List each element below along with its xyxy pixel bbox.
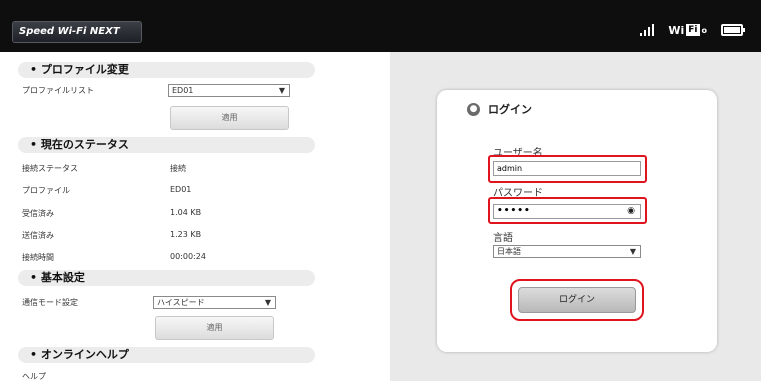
basic-apply-button[interactable]: 適用 xyxy=(155,316,274,340)
status-row-label: 接続ステータス xyxy=(22,164,78,173)
help-link[interactable]: ヘルプ xyxy=(22,371,46,381)
language-label: 言語 xyxy=(493,233,513,244)
comm-mode-select[interactable]: ハイスピード ▼ xyxy=(153,296,276,309)
profile-select[interactable]: ED01 ▼ xyxy=(168,84,290,97)
status-row-label: 受信済み xyxy=(22,209,54,218)
wifi-label: Wi xyxy=(668,23,685,37)
status-row-label: 接続時間 xyxy=(22,253,54,262)
signal-icon xyxy=(640,24,655,36)
comm-mode-select-value: ハイスピード xyxy=(157,298,205,307)
status-row-value: ED01 xyxy=(170,185,192,194)
login-title: ● ログイン xyxy=(467,101,532,117)
chevron-down-icon: ▼ xyxy=(264,298,271,307)
brand-logo: Speed Wi-Fi NEXT xyxy=(12,21,142,43)
battery-icon xyxy=(721,24,745,36)
status-row-label: プロファイル xyxy=(22,186,70,195)
login-title-text: ログイン xyxy=(488,103,532,116)
login-button[interactable]: ログイン xyxy=(518,287,636,313)
status-icons: Wi Fi o xyxy=(640,22,745,38)
section-basic-settings: • 基本設定 xyxy=(18,270,315,286)
profile-apply-button[interactable]: 適用 xyxy=(170,106,289,130)
username-highlight xyxy=(488,155,647,183)
language-select[interactable]: 日本語 ▼ xyxy=(493,245,641,258)
status-row-value: 00:00:24 xyxy=(170,252,206,261)
user-icon: ● xyxy=(467,102,480,116)
top-bar: Speed Wi-Fi NEXT Wi Fi o xyxy=(0,0,761,52)
status-row-value: 1.04 KB xyxy=(170,208,202,217)
chevron-down-icon: ▼ xyxy=(629,247,636,256)
status-row-value: 接続 xyxy=(170,164,186,173)
wifi-dot: o xyxy=(701,25,708,35)
section-profile-change: • プロファイル変更 xyxy=(18,62,315,78)
status-row-value: 1.23 KB xyxy=(170,230,202,239)
status-row-label: 送信済み xyxy=(22,231,54,240)
comm-mode-label: 通信モード設定 xyxy=(22,298,78,307)
section-online-help: • オンラインヘルプ xyxy=(18,347,315,363)
profile-list-label: プロファイルリスト xyxy=(22,86,94,95)
profile-select-value: ED01 xyxy=(172,86,194,95)
chevron-down-icon: ▼ xyxy=(278,86,285,95)
password-highlight xyxy=(488,197,647,224)
section-current-status: • 現在のステータス xyxy=(18,137,315,153)
language-select-value: 日本語 xyxy=(497,247,521,256)
wifi-box: Fi xyxy=(686,24,700,36)
wifi-icon: Wi Fi o xyxy=(668,24,707,37)
